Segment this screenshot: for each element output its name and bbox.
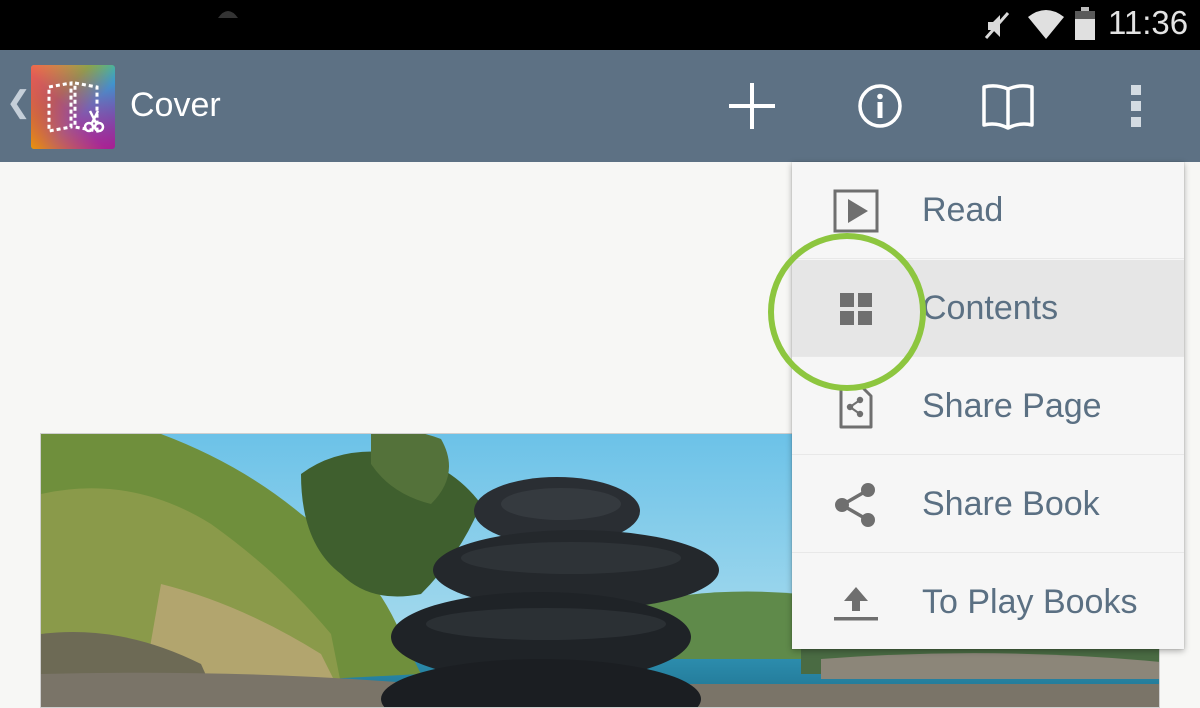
menu-item-read[interactable]: Read	[792, 162, 1184, 259]
menu-item-label: To Play Books	[922, 583, 1138, 621]
divider	[792, 552, 1184, 553]
share-page-icon	[832, 384, 880, 430]
menu-item-label: Read	[922, 191, 1004, 229]
book-icon	[982, 84, 1034, 130]
menu-item-to-play-books[interactable]: To Play Books	[792, 554, 1184, 651]
divider	[792, 454, 1184, 455]
mute-icon	[984, 12, 1010, 39]
overflow-menu: Read Contents Share Page Share Book To P…	[792, 162, 1184, 649]
chevron-left-icon[interactable]: ❮	[6, 88, 31, 118]
upload-icon	[832, 580, 880, 626]
menu-item-label: Share Book	[922, 485, 1100, 523]
action-bar: ❮ Cover	[0, 50, 1200, 162]
overflow-menu-button[interactable]	[1104, 74, 1168, 138]
read-book-button[interactable]	[976, 74, 1040, 138]
app-logo[interactable]	[31, 65, 115, 149]
share-icon	[832, 482, 880, 528]
more-vert-icon	[1131, 85, 1141, 127]
page-title: Cover	[130, 86, 221, 124]
info-icon	[858, 84, 902, 128]
menu-item-label: Share Page	[922, 387, 1102, 425]
menu-item-contents[interactable]: Contents	[792, 260, 1184, 357]
status-clock: 11:36	[1108, 4, 1189, 41]
divider	[792, 356, 1184, 357]
notification-icon	[218, 11, 238, 18]
menu-item-share-book[interactable]: Share Book	[792, 456, 1184, 553]
grid-icon	[832, 286, 880, 332]
menu-item-share-page[interactable]: Share Page	[792, 358, 1184, 455]
battery-icon	[1075, 7, 1095, 40]
menu-item-label: Contents	[922, 289, 1059, 327]
add-icon	[729, 83, 775, 129]
divider	[792, 258, 1184, 259]
status-bar: 11:36	[0, 0, 1200, 50]
info-button[interactable]	[848, 74, 912, 138]
add-button[interactable]	[720, 74, 784, 138]
wifi-icon	[1028, 10, 1064, 39]
play-icon	[832, 188, 880, 234]
